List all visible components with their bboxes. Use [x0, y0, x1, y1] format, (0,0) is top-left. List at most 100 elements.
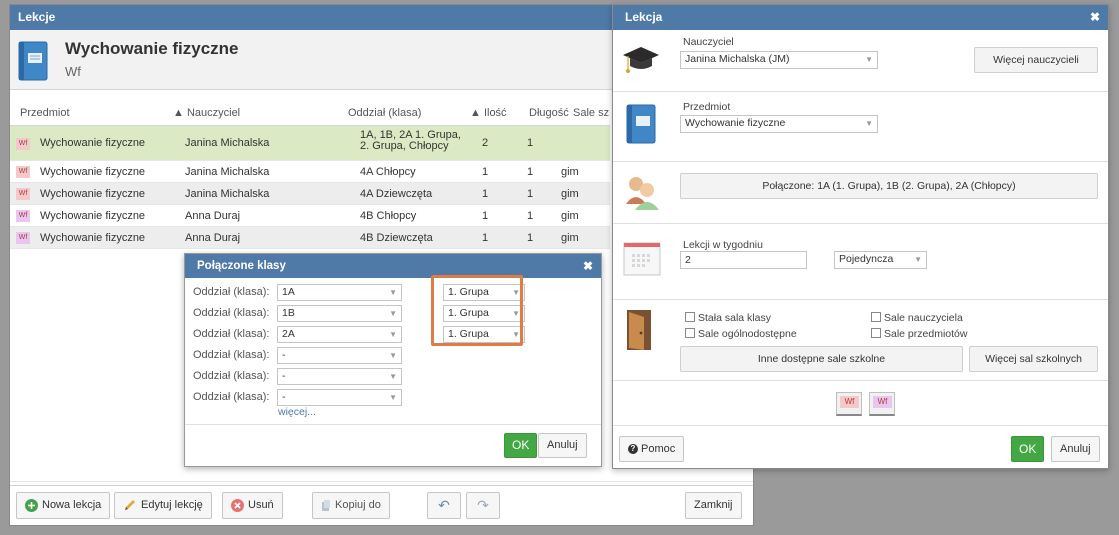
table-row[interactable]: Wf Wychowanie fizyczne Anna Duraj 4B Dzi…: [10, 227, 610, 249]
class-label: Oddział (klasa):: [193, 349, 270, 361]
delete-lesson-button[interactable]: Usuń: [222, 492, 283, 519]
edit-lesson-button[interactable]: Edytuj lekcję: [114, 492, 212, 519]
class-label: Oddział (klasa):: [193, 370, 270, 382]
ok-button[interactable]: OK: [504, 433, 538, 458]
row-room: gim: [561, 166, 579, 178]
row-room: gim: [561, 188, 579, 200]
help-icon: ?: [628, 444, 638, 455]
help-button[interactable]: ? Pomoc: [619, 436, 685, 462]
undo-button[interactable]: ↶: [427, 492, 461, 519]
joined-section: Połączone: 1A (1. Grupa), 1B (2. Grupa),…: [613, 162, 1108, 224]
delete-icon: [231, 498, 244, 512]
lesson-card-tile[interactable]: Wf: [836, 392, 862, 416]
subject-badge: Wf: [16, 232, 30, 244]
col-teacher[interactable]: ▲ Nauczyciel: [173, 107, 240, 119]
joined-classes-title: Połączone klasy ✖: [185, 254, 601, 278]
class-row: Oddział (klasa): - ▼: [193, 368, 593, 385]
copy-to-button[interactable]: Kopiuj do: [312, 492, 390, 519]
row-subject: Wychowanie fizyczne: [40, 137, 146, 149]
book-icon: [18, 41, 48, 81]
class-select[interactable]: 1A ▼: [277, 284, 402, 301]
col-subject[interactable]: Przedmiot: [20, 107, 70, 119]
class-label: Oddział (klasa):: [193, 328, 270, 340]
divider: [10, 481, 753, 482]
door-icon: [627, 310, 651, 350]
book-icon: [626, 104, 656, 144]
more-teachers-button[interactable]: Więcej nauczycieli: [974, 47, 1098, 73]
table-row[interactable]: Wf Wychowanie fizyczne Janina Michalska …: [10, 161, 610, 183]
subject-badge: Wf: [16, 166, 30, 178]
subject-rooms-checkbox[interactable]: Sale przedmiotów: [871, 328, 967, 340]
lessons-toolbar: Nowa lekcja Edytuj lekcję Usuń Kopiuj do…: [10, 485, 753, 525]
other-rooms-button[interactable]: Inne dostępne sale szkolne: [680, 346, 963, 372]
more-link[interactable]: więcej...: [278, 406, 316, 418]
students-icon: [626, 177, 659, 210]
teacher-select[interactable]: Janina Michalska (JM) ▼: [680, 51, 878, 69]
close-icon[interactable]: ✖: [1090, 5, 1100, 30]
row-count: 1: [482, 166, 489, 178]
fixed-class-room-checkbox[interactable]: Stała sala klasy: [685, 312, 771, 324]
row-class: 4B Dziewczęta: [360, 232, 433, 244]
class-select[interactable]: 2A ▼: [277, 326, 402, 343]
row-teacher: Janina Michalska: [185, 188, 270, 200]
table-row[interactable]: Wf Wychowanie fizyczne Janina Michalska …: [10, 126, 610, 161]
checkbox-label: Stała sala klasy: [698, 312, 771, 324]
chevron-down-icon: ▼: [389, 351, 397, 360]
checkbox-box: [685, 328, 695, 338]
public-rooms-checkbox[interactable]: Sale ogólnodostępne: [685, 328, 797, 340]
col-count[interactable]: ▲ Ilość: [470, 107, 507, 119]
undo-icon: ↶: [438, 497, 450, 513]
close-label: Zamknij: [694, 499, 733, 511]
col-rooms[interactable]: Sale sz: [573, 107, 609, 119]
cancel-button[interactable]: Anuluj: [538, 433, 587, 458]
row-length: 1: [527, 166, 534, 178]
row-length: 1: [527, 232, 534, 244]
row-count: 2: [482, 137, 489, 149]
class-row: Oddział (klasa): 1A ▼ 1. Grupa ▼: [193, 284, 593, 301]
teacher-rooms-checkbox[interactable]: Sale nauczyciela: [871, 312, 963, 324]
checkbox-box: [871, 312, 881, 322]
class-select-value: -: [282, 370, 286, 382]
class-select-value: -: [282, 391, 286, 403]
class-select[interactable]: - ▼: [277, 389, 402, 406]
row-teacher: Anna Duraj: [185, 232, 241, 244]
teacher-section: Nauczyciel Janina Michalska (JM) ▼ Więcej…: [613, 30, 1108, 92]
new-lesson-button[interactable]: Nowa lekcja: [16, 492, 111, 519]
close-button[interactable]: Zamknij: [685, 492, 742, 519]
subject-badge: Wf: [16, 210, 30, 222]
class-row: Oddział (klasa): - ▼: [193, 389, 593, 406]
close-icon[interactable]: ✖: [583, 254, 593, 278]
class-row: Oddział (klasa): 1B ▼ 1. Grupa ▼: [193, 305, 593, 322]
row-teacher: Janina Michalska: [185, 137, 270, 149]
subject-select[interactable]: Wychowanie fizyczne ▼: [680, 115, 878, 133]
more-rooms-button[interactable]: Więcej sal szkolnych: [969, 346, 1098, 372]
divider: [613, 425, 1108, 426]
class-select[interactable]: 1B ▼: [277, 305, 402, 322]
redo-button[interactable]: ↷: [466, 492, 500, 519]
col-class[interactable]: Oddział (klasa): [348, 107, 421, 119]
help-label: Pomoc: [641, 443, 676, 455]
class-select[interactable]: - ▼: [277, 368, 402, 385]
lesson-length-value: Pojedyncza: [839, 253, 894, 265]
cancel-button[interactable]: Anuluj: [1051, 436, 1100, 462]
class-label: Oddział (klasa):: [193, 307, 270, 319]
row-subject: Wychowanie fizyczne: [40, 166, 146, 178]
lesson-length-select[interactable]: Pojedyncza ▼: [834, 251, 927, 269]
calendar-icon: [623, 242, 661, 276]
class-row: Oddział (klasa): 2A ▼ 1. Grupa ▼: [193, 326, 593, 343]
new-lesson-label: Nowa lekcja: [42, 499, 102, 511]
table-row[interactable]: Wf Wychowanie fizyczne Janina Michalska …: [10, 183, 610, 205]
chevron-down-icon: ▼: [865, 55, 873, 64]
weekly-count-input[interactable]: 2: [680, 251, 807, 269]
table-row[interactable]: Wf Wychowanie fizyczne Anna Duraj 4B Chł…: [10, 205, 610, 227]
ok-button[interactable]: OK: [1011, 436, 1045, 462]
class-select[interactable]: - ▼: [277, 347, 402, 364]
lesson-card-tile[interactable]: Wf: [869, 392, 895, 416]
row-length: 1: [527, 137, 534, 149]
row-subject: Wychowanie fizyczne: [40, 210, 146, 222]
table-header: Przedmiot ▲ Nauczyciel Oddział (klasa) ▲…: [10, 100, 610, 126]
row-room: gim: [561, 232, 579, 244]
col-length[interactable]: Długość: [529, 107, 569, 119]
joined-classes-button[interactable]: Połączone: 1A (1. Grupa), 1B (2. Grupa),…: [680, 173, 1098, 199]
class-label: Oddział (klasa):: [193, 391, 270, 403]
